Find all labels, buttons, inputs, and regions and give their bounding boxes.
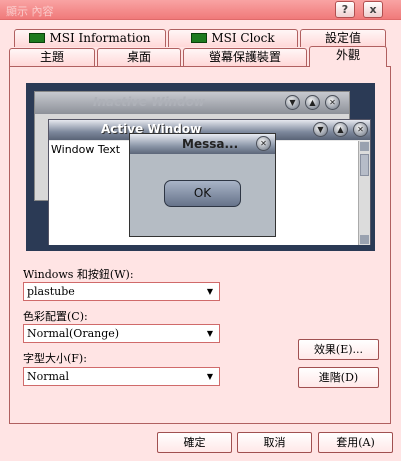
monitor-icon xyxy=(191,33,208,43)
minimize-icon: ▼ xyxy=(285,95,300,110)
inactive-window-title: Inactive Window xyxy=(93,95,206,109)
title-bar: 顯示 內容 ? x xyxy=(0,0,401,20)
tab-themes[interactable]: 主題 xyxy=(9,48,95,66)
preview-scrollbar xyxy=(358,141,370,245)
close-icon: ✕ xyxy=(325,95,340,110)
preview-ok-button: OK xyxy=(164,180,241,207)
font-size-label: 字型大小(F): xyxy=(23,352,87,365)
close-icon: ✕ xyxy=(256,136,271,151)
inactive-title-bar: Inactive Window ▼ ▲ ✕ xyxy=(35,92,349,114)
advanced-button[interactable]: 進階(D) xyxy=(298,367,379,388)
effects-button[interactable]: 效果(E)... xyxy=(298,339,379,360)
help-button[interactable]: ? xyxy=(335,1,355,18)
chevron-down-icon[interactable]: ▼ xyxy=(202,326,218,341)
tab-msi-information[interactable]: MSI Information xyxy=(14,29,166,47)
ok-button[interactable]: 確定 xyxy=(157,432,232,453)
window-style-value: plastube xyxy=(27,285,75,298)
minimize-icon: ▼ xyxy=(313,122,328,137)
message-title-bar: Messa... ✕ xyxy=(130,134,275,154)
maximize-icon: ▲ xyxy=(305,95,320,110)
apply-button[interactable]: 套用(A) xyxy=(318,432,393,453)
maximize-icon: ▲ xyxy=(333,122,348,137)
tab-label: 桌面 xyxy=(126,50,151,64)
tab-desktop[interactable]: 桌面 xyxy=(97,48,181,66)
monitor-icon xyxy=(29,33,46,43)
tab-appearance[interactable]: 外觀 xyxy=(309,46,387,67)
tab-screensaver[interactable]: 螢幕保護裝置 xyxy=(183,48,307,66)
window-style-label: Windows 和按鈕(W): xyxy=(23,268,134,281)
window-text: Window Text xyxy=(51,143,121,156)
scroll-down-icon xyxy=(360,235,369,244)
scroll-up-icon xyxy=(360,142,369,151)
cancel-button[interactable]: 取消 xyxy=(237,432,312,453)
tab-label: 外觀 xyxy=(335,48,360,62)
color-scheme-label: 色彩配置(C): xyxy=(23,310,88,323)
chevron-down-icon[interactable]: ▼ xyxy=(202,284,218,299)
tab-label: 螢幕保護裝置 xyxy=(208,50,281,64)
preview-message-box: Messa... ✕ OK xyxy=(129,133,276,237)
chevron-down-icon[interactable]: ▼ xyxy=(202,369,218,384)
color-scheme-value: Normal(Orange) xyxy=(27,327,120,340)
color-scheme-select[interactable]: Normal(Orange) ▼ xyxy=(23,324,220,343)
tab-label: MSI Clock xyxy=(211,31,275,45)
close-button[interactable]: x xyxy=(363,1,383,18)
appearance-preview: Inactive Window ▼ ▲ ✕ Active Window ▼ ▲ … xyxy=(26,83,375,251)
window-title: 顯示 內容 xyxy=(6,5,54,18)
tab-label: MSI Information xyxy=(49,31,151,45)
tab-label: 設定值 xyxy=(324,31,361,45)
scroll-thumb xyxy=(360,154,369,176)
window-style-select[interactable]: plastube ▼ xyxy=(23,282,220,301)
tab-msi-clock[interactable]: MSI Clock xyxy=(168,29,298,47)
tab-settings[interactable]: 設定值 xyxy=(300,29,386,47)
tab-label: 主題 xyxy=(39,50,64,64)
message-title: Messa... xyxy=(182,137,239,151)
close-icon: ✕ xyxy=(353,122,368,137)
font-size-select[interactable]: Normal ▼ xyxy=(23,367,220,386)
font-size-value: Normal xyxy=(27,370,70,383)
